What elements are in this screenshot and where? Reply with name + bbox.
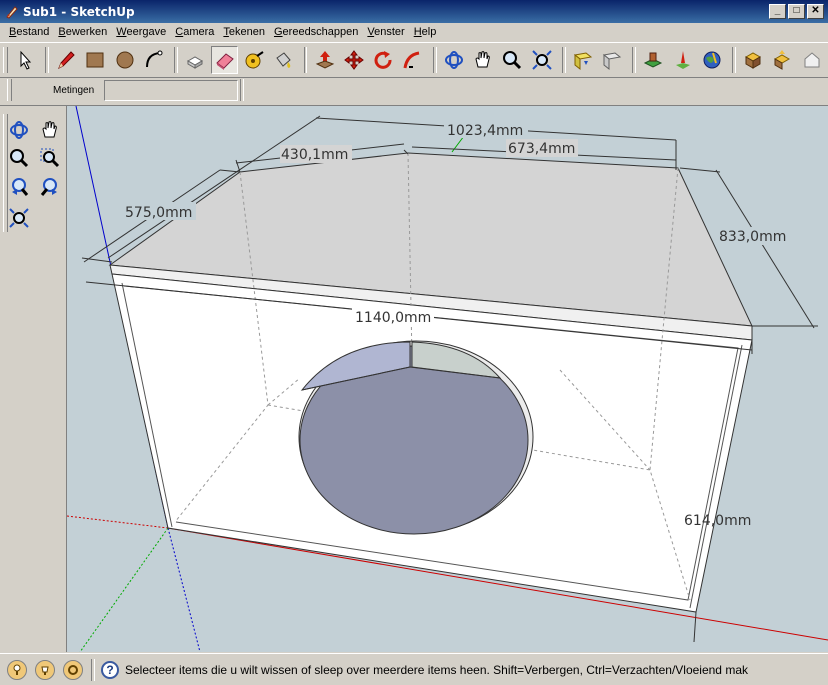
green-axis [79, 527, 169, 652]
toolbar-separator [432, 47, 437, 73]
close-button[interactable]: ✕ [807, 4, 824, 19]
pan-icon[interactable] [470, 46, 496, 74]
zoom-extents-icon[interactable] [528, 46, 554, 74]
menu-camera[interactable]: Camera [171, 26, 218, 38]
camera-toolbar [0, 106, 67, 652]
minimize-button[interactable]: _ [769, 4, 786, 19]
dimension-label: 430,1mm [281, 147, 348, 163]
toolbar-separator [303, 47, 308, 73]
dimension-label: 1023,4mm [447, 123, 523, 139]
geo-location-icon[interactable] [7, 659, 27, 680]
measurements-toolbar: Metingen [0, 77, 828, 106]
move-icon[interactable] [341, 46, 367, 74]
menu-gereedschappen[interactable]: Gereedschappen [270, 26, 362, 38]
measurements-input[interactable] [104, 80, 238, 101]
zoom-window-icon[interactable] [36, 144, 64, 172]
drawing-area[interactable]: 1023,4mm 430,1mm 673,4mm 575,0mm 833,0mm… [67, 106, 828, 652]
push-pull-icon[interactable] [311, 46, 337, 74]
menu-venster[interactable]: Venster [363, 26, 408, 38]
menu-bestand[interactable]: Bestand [5, 26, 53, 38]
zoom-extents-icon[interactable] [5, 204, 33, 232]
status-bar: ? Selecteer items die u wilt wissen of s… [0, 653, 828, 685]
maximize-button[interactable]: □ [788, 4, 805, 19]
toolbar-separator [632, 47, 637, 73]
circle-icon[interactable] [112, 46, 138, 74]
user-icon[interactable] [63, 659, 83, 680]
dimension-label: 1140,0mm [355, 310, 431, 326]
paint-bucket-icon[interactable] [270, 46, 296, 74]
pencil-icon[interactable] [53, 46, 79, 74]
get-components-icon[interactable] [740, 46, 766, 74]
menu-bar: Bestand Bewerken Weergave Camera Tekenen… [0, 23, 828, 41]
zoom-icon[interactable] [5, 144, 33, 172]
toolbar-grip[interactable] [7, 79, 12, 101]
get-models-icon[interactable] [570, 46, 596, 74]
arc-icon[interactable] [141, 46, 167, 74]
pan-icon[interactable] [36, 116, 64, 144]
menu-bewerken[interactable]: Bewerken [54, 26, 111, 38]
zoom-icon[interactable] [499, 46, 525, 74]
menu-tekenen[interactable]: Tekenen [219, 26, 269, 38]
rotate-icon[interactable] [370, 46, 396, 74]
previous-view-icon[interactable] [5, 173, 33, 201]
orbit-icon[interactable] [441, 46, 467, 74]
status-text: Selecteer items die u wilt wissen of sle… [125, 662, 748, 677]
title-bar: Sub1 - SketchUp _ □ ✕ [0, 0, 828, 23]
share-model-icon[interactable] [599, 46, 625, 74]
window-title: Sub1 - SketchUp [23, 4, 135, 19]
toolbar-separator [45, 47, 49, 73]
orbit-icon[interactable] [5, 116, 33, 144]
toolbar-separator [240, 79, 244, 101]
help-icon[interactable]: ? [101, 660, 119, 679]
measurements-label: Metingen [53, 85, 95, 96]
sketchup-app-icon [6, 5, 18, 19]
menu-help[interactable]: Help [410, 26, 441, 38]
menu-weergave[interactable]: Weergave [112, 26, 170, 38]
warehouse-icon[interactable] [799, 46, 825, 74]
dimension-label: 833,0mm [719, 229, 786, 245]
toolbar-grip[interactable] [3, 47, 8, 73]
follow-me-icon[interactable] [399, 46, 425, 74]
dimension-label: 614,0mm [684, 513, 751, 529]
select-icon[interactable] [12, 46, 38, 74]
tape-measure-icon[interactable] [241, 46, 267, 74]
dimension-label: 673,4mm [508, 141, 575, 157]
toolbar-separator [561, 47, 566, 73]
toolbar-separator [174, 47, 179, 73]
make-component-icon[interactable] [182, 46, 208, 74]
place-model-icon[interactable] [640, 46, 666, 74]
blue-axis-neg [167, 527, 201, 652]
model-canvas[interactable]: 1023,4mm 430,1mm 673,4mm 575,0mm 833,0mm… [67, 106, 828, 652]
add-location-icon[interactable] [669, 46, 695, 74]
next-view-icon[interactable] [36, 173, 64, 201]
share-component-icon[interactable] [769, 46, 795, 74]
status-separator [91, 658, 95, 681]
rectangle-icon[interactable] [82, 46, 108, 74]
toolbar-separator [732, 47, 736, 73]
red-axis-neg [67, 515, 169, 529]
google-earth-icon[interactable] [699, 46, 725, 74]
eraser-icon[interactable] [211, 46, 238, 74]
main-toolbar [0, 42, 828, 78]
credits-icon[interactable] [35, 659, 55, 680]
dimension-label: 575,0mm [125, 205, 192, 221]
